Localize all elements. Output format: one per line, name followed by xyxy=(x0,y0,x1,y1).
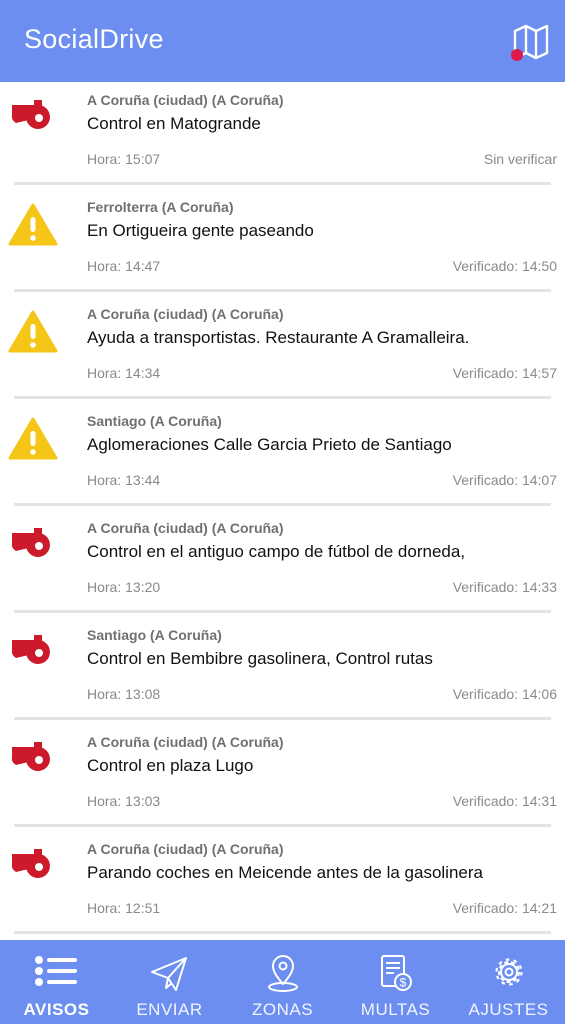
alert-message: Control en plaza Lugo xyxy=(87,756,254,775)
alert-region: A Coruña (ciudad) (A Coruña) xyxy=(87,734,284,750)
divider xyxy=(14,610,551,613)
alerts-feed[interactable]: A Coruña (ciudad) (A Coruña) Control en … xyxy=(0,82,565,940)
alert-item[interactable]: A Coruña (ciudad) (A Coruña) Control en … xyxy=(0,724,565,831)
alert-status: Sin verificar xyxy=(483,151,557,167)
alert-region: A Coruña (ciudad) (A Coruña) xyxy=(87,520,284,536)
alert-item[interactable]: A Coruña (ciudad) (A Coruña) Ayuda a tra… xyxy=(0,296,565,403)
alert-region: Ferrolterra (A Coruña) xyxy=(87,199,234,215)
whistle-icon xyxy=(8,738,58,778)
nav-item-enviar[interactable]: ENVIAR xyxy=(113,940,226,1024)
alert-item[interactable]: A Coruña (ciudad) (A Coruña) Control en … xyxy=(0,510,565,617)
nav-item-multas[interactable]: $ MULTAS xyxy=(339,940,452,1024)
nav-label: AVISOS xyxy=(23,1000,90,1019)
alert-message: En Ortigueira gente paseando xyxy=(87,221,314,240)
divider xyxy=(14,931,551,934)
alert-time: Hora: 13:03 xyxy=(87,793,161,809)
alert-region: A Coruña (ciudad) (A Coruña) xyxy=(87,306,284,322)
list-icon xyxy=(33,954,81,994)
alert-time: Hora: 14:47 xyxy=(87,258,161,274)
nav-label: ZONAS xyxy=(251,1000,314,1019)
nav-item-ajustes[interactable]: AJUSTES xyxy=(452,940,565,1024)
divider xyxy=(14,396,551,399)
nav-item-avisos[interactable]: AVISOS xyxy=(0,940,113,1024)
alert-status: Verificado: 14:33 xyxy=(452,579,557,595)
alert-time: Hora: 12:51 xyxy=(87,900,161,916)
app-title: SocialDrive xyxy=(24,24,164,54)
nav-label: MULTAS xyxy=(360,1000,431,1019)
nav-item-zonas[interactable]: ZONAS xyxy=(226,940,339,1024)
fine-document-icon: $ xyxy=(372,954,420,994)
alert-item[interactable]: Santiago (A Coruña) Control en Bembibre … xyxy=(0,617,565,724)
warning-icon xyxy=(8,310,58,353)
divider xyxy=(14,717,551,720)
location-pin-icon xyxy=(259,954,307,994)
warning-icon xyxy=(8,417,58,460)
whistle-icon xyxy=(8,524,58,564)
alert-time: Hora: 13:44 xyxy=(87,472,161,488)
whistle-icon xyxy=(8,96,58,136)
alert-region: A Coruña (ciudad) (A Coruña) xyxy=(87,841,284,857)
warning-icon xyxy=(8,203,58,246)
app-bar: SocialDrive xyxy=(0,0,565,82)
alert-time: Hora: 13:20 xyxy=(87,579,161,595)
gear-icon xyxy=(485,954,533,994)
whistle-icon xyxy=(8,845,58,885)
alert-region: A Coruña (ciudad) (A Coruña) xyxy=(87,92,284,108)
alert-item[interactable]: Santiago (A Coruña) Aglomeraciones Calle… xyxy=(0,403,565,510)
alert-status: Verificado: 14:06 xyxy=(452,686,557,702)
alert-message: Control en Bembibre gasolinera, Control … xyxy=(87,649,433,668)
alert-message: Control en el antiguo campo de fútbol de… xyxy=(87,542,466,561)
alert-status: Verificado: 14:21 xyxy=(452,900,557,916)
whistle-icon xyxy=(8,631,58,671)
alert-status: Verificado: 14:50 xyxy=(452,258,557,274)
send-icon xyxy=(146,954,194,994)
nav-label: ENVIAR xyxy=(136,1000,203,1019)
alert-message: Ayuda a transportistas. Restaurante A Gr… xyxy=(87,328,470,347)
alert-message: Parando coches en Meicende antes de la g… xyxy=(87,863,483,882)
divider xyxy=(14,503,551,506)
alert-item[interactable]: A Coruña (ciudad) (A Coruña) Parando coc… xyxy=(0,831,565,938)
alert-time: Hora: 14:34 xyxy=(87,365,161,381)
alert-time: Hora: 15:07 xyxy=(87,151,161,167)
nav-label: AJUSTES xyxy=(468,1000,549,1019)
alert-status: Verificado: 14:07 xyxy=(452,472,557,488)
alert-message: Aglomeraciones Calle Garcia Prieto de Sa… xyxy=(87,435,452,454)
alert-item[interactable]: Ferrolterra (A Coruña) En Ortigueira gen… xyxy=(0,189,565,296)
alert-message: Control en Matogrande xyxy=(87,114,261,133)
svg-text:$: $ xyxy=(399,976,406,990)
alert-item[interactable]: A Coruña (ciudad) (A Coruña) Control en … xyxy=(0,82,565,189)
alert-status: Verificado: 14:31 xyxy=(452,793,557,809)
map-button[interactable] xyxy=(511,22,551,62)
alert-status: Verificado: 14:57 xyxy=(452,365,557,381)
alert-time: Hora: 13:08 xyxy=(87,686,161,702)
divider xyxy=(14,289,551,292)
map-icon xyxy=(511,24,549,61)
alert-region: Santiago (A Coruña) xyxy=(87,627,222,643)
bottom-navigation: AVISOS ENVIAR ZONAS $ MULTAS AJUSTES xyxy=(0,940,565,1024)
divider xyxy=(14,824,551,827)
alert-region: Santiago (A Coruña) xyxy=(87,413,222,429)
divider xyxy=(14,182,551,185)
